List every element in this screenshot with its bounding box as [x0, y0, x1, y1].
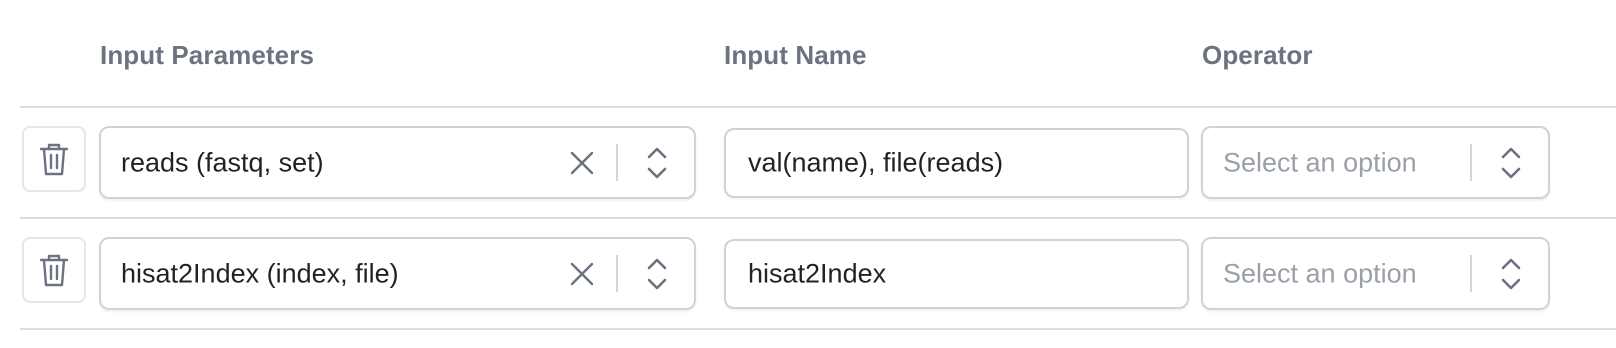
table-row: hisat2Index (index, file) hisat2Index Se…: [0, 219, 1616, 329]
input-name-value: hisat2Index: [748, 258, 887, 289]
operator-select[interactable]: Select an option: [1201, 237, 1550, 310]
operator-placeholder: Select an option: [1223, 147, 1417, 177]
chevron-up-down-icon[interactable]: [1499, 255, 1523, 293]
input-name-field[interactable]: hisat2Index: [724, 239, 1189, 309]
row-divider: [20, 328, 1616, 330]
input-parameter-value: hisat2Index (index, file): [121, 258, 399, 288]
chevron-up-down-icon[interactable]: [645, 255, 669, 293]
header-operator: Operator: [1202, 40, 1313, 70]
select-divider: [1470, 255, 1472, 292]
select-divider: [1470, 144, 1472, 181]
delete-row-button[interactable]: [22, 126, 86, 192]
trash-icon: [39, 254, 69, 287]
close-icon[interactable]: [567, 259, 597, 289]
input-parameter-select[interactable]: hisat2Index (index, file): [99, 237, 696, 310]
operator-placeholder: Select an option: [1223, 258, 1417, 288]
input-parameter-select[interactable]: reads (fastq, set): [99, 126, 696, 199]
chevron-up-down-icon[interactable]: [645, 144, 669, 182]
select-divider: [616, 255, 618, 292]
delete-row-button[interactable]: [22, 237, 86, 303]
header-input-parameters: Input Parameters: [100, 40, 315, 70]
input-name-value: val(name), file(reads): [748, 147, 1004, 178]
operator-select[interactable]: Select an option: [1201, 126, 1550, 199]
trash-icon: [39, 143, 69, 176]
input-parameter-value: reads (fastq, set): [121, 147, 324, 177]
input-parameters-table: Input Parameters Input Name Operator rea…: [0, 0, 1616, 348]
chevron-up-down-icon[interactable]: [1499, 144, 1523, 182]
input-name-field[interactable]: val(name), file(reads): [724, 128, 1189, 198]
table-row: reads (fastq, set) val(name), file(reads…: [0, 108, 1616, 218]
header-input-name: Input Name: [724, 40, 867, 70]
close-icon[interactable]: [567, 148, 597, 178]
select-divider: [616, 144, 618, 181]
